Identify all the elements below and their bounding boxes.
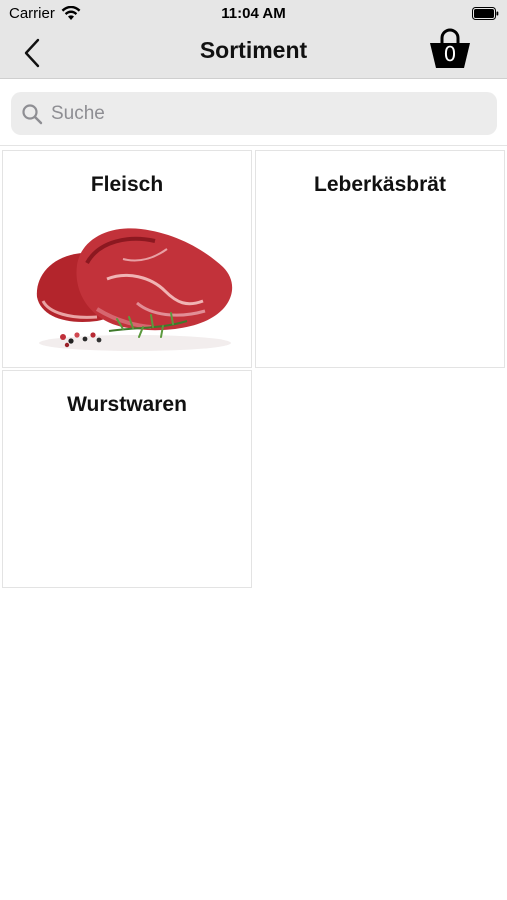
raw-beef-steak-image <box>36 228 233 351</box>
category-label: Leberkäsbrät <box>314 173 446 196</box>
category-label: Fleisch <box>90 173 164 196</box>
category-label: Wurstwaren <box>67 393 187 416</box>
search-input[interactable] <box>49 101 473 126</box>
search-field[interactable] <box>11 92 497 135</box>
cart-button[interactable]: 0 <box>426 28 474 72</box>
category-tile-wurstwaren[interactable]: Wurstwaren <box>2 370 252 588</box>
status-bar: Carrier 11:04 AM <box>0 0 507 28</box>
cart-count-badge: 0 <box>443 42 457 66</box>
navigation-bar: Sortiment 0 <box>0 28 507 79</box>
battery-icon <box>472 7 499 20</box>
category-tile-fleisch[interactable]: Fleisch <box>2 150 252 368</box>
status-time: 11:04 AM <box>221 5 286 22</box>
search-bar <box>0 79 507 146</box>
category-tile-leberkaesbraet[interactable]: Leberkäsbrät <box>255 150 505 368</box>
search-icon <box>22 103 43 124</box>
